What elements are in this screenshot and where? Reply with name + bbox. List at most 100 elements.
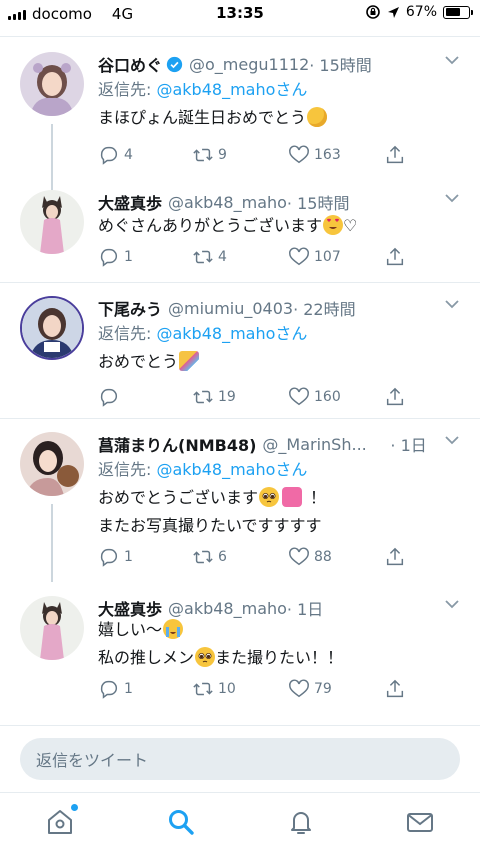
avatar[interactable]	[20, 432, 84, 496]
share-icon	[386, 547, 404, 566]
author-name[interactable]: 菖蒲まりん(NMB48)	[98, 432, 256, 456]
loudly-crying-face-emoji-icon	[163, 619, 184, 639]
tweet-header: 下尾みう @miumiu_0403 · 22時間	[98, 296, 440, 320]
reply-icon	[100, 248, 118, 267]
retweet-button[interactable]: 10	[192, 678, 236, 700]
thread-line	[51, 504, 53, 582]
tweet-text: おめでとう	[98, 348, 450, 376]
chevron-down-icon[interactable]	[444, 296, 460, 312]
reply-input[interactable]: 返信をツイート	[20, 738, 460, 780]
reply-button[interactable]: 1	[98, 246, 133, 268]
verified-badge-icon	[166, 56, 183, 72]
battery-level	[445, 8, 461, 16]
retweet-button[interactable]: 9	[192, 144, 227, 166]
tab-home[interactable]	[45, 804, 78, 837]
tweet-text: まほぴょん誕生日おめでとう	[98, 104, 450, 132]
avatar[interactable]	[20, 190, 84, 254]
tweet-actions: 1 10 79	[98, 678, 418, 702]
heart-icon	[289, 247, 309, 266]
status-bar: docomo 4G 13:35 67%	[0, 0, 480, 28]
share-icon	[386, 247, 404, 266]
author-handle: @akb48_maho	[168, 598, 287, 618]
pleading-face-emoji-icon	[195, 647, 216, 667]
reply-button[interactable]: 4	[98, 144, 133, 166]
home-icon	[48, 810, 72, 834]
tweet-text-body: おめでとう	[98, 352, 179, 371]
like-count: 163	[314, 147, 341, 163]
heart-icon	[289, 145, 309, 164]
tweet-text-suffix: ♡	[343, 216, 358, 235]
like-count: 107	[314, 249, 341, 265]
tab-notifications[interactable]	[286, 807, 316, 837]
reply-icon	[100, 548, 118, 567]
chevron-down-icon[interactable]	[444, 432, 460, 448]
avatar[interactable]	[20, 52, 84, 116]
author-name[interactable]: 大盛真歩	[98, 190, 162, 214]
share-icon	[386, 145, 404, 164]
reply-button[interactable]	[98, 386, 124, 408]
heart-icon	[289, 387, 309, 406]
divider	[0, 418, 480, 419]
chevron-down-icon[interactable]	[444, 52, 460, 68]
tweet-time: · 15時間	[286, 194, 350, 213]
tweet-actions: 1 4 107	[98, 246, 418, 270]
reply-mention-link[interactable]: @akb48_mahoさん	[156, 80, 307, 99]
tweet-card[interactable]: 大盛真歩 @akb48_maho · 15時間 めぐさんありがとうございます ♡ …	[0, 190, 480, 282]
retweet-count: 19	[218, 389, 236, 405]
author-name[interactable]: 谷口めぐ	[98, 52, 162, 76]
retweet-button[interactable]: 4	[192, 246, 227, 268]
reply-button[interactable]: 1	[98, 546, 133, 568]
partying-face-emoji-icon	[307, 107, 328, 127]
reply-mention-link[interactable]: @akb48_mahoさん	[156, 460, 307, 479]
share-icon	[386, 679, 404, 698]
tweet-text-line1: おめでとうございます	[98, 488, 259, 507]
tweet-text-line2a: 私の推しメン	[98, 648, 195, 667]
share-icon	[386, 387, 404, 406]
reply-mention-link[interactable]: @akb48_mahoさん	[156, 324, 307, 343]
chevron-down-icon[interactable]	[444, 190, 460, 206]
chevron-down-icon[interactable]	[444, 596, 460, 612]
status-right: 67%	[365, 4, 473, 20]
tweet-card[interactable]: 菖蒲まりん(NMB48) @_MarinSh... · 1日 返信先: @akb…	[0, 432, 480, 582]
tweet-card[interactable]: 下尾みう @miumiu_0403 · 22時間 返信先: @akb48_mah…	[0, 296, 480, 416]
like-button[interactable]: 107	[288, 246, 341, 268]
tweet-text-body: まほぴょん誕生日おめでとう	[98, 108, 307, 127]
tweet-card[interactable]: 大盛真歩 @akb48_maho · 1日 嬉しい〜 私の推しメン また撮りたい！…	[0, 596, 480, 716]
like-button[interactable]: 88	[288, 546, 332, 568]
tab-search[interactable]	[166, 807, 196, 837]
share-button[interactable]	[384, 144, 406, 166]
like-button[interactable]: 160	[288, 386, 341, 408]
like-button[interactable]: 79	[288, 678, 332, 700]
share-button[interactable]	[384, 546, 406, 568]
reply-icon	[100, 680, 118, 699]
tweet-text-body: めぐさんありがとうございます	[98, 216, 323, 235]
tab-bar	[0, 793, 480, 854]
tab-messages[interactable]	[405, 807, 435, 837]
author-name[interactable]: 下尾みう	[98, 296, 162, 320]
retweet-icon	[193, 550, 213, 564]
retweet-button[interactable]: 19	[192, 386, 236, 408]
avatar[interactable]	[20, 596, 84, 660]
reply-button[interactable]: 1	[98, 678, 133, 700]
retweet-count: 4	[218, 249, 227, 265]
tweet-text: めぐさんありがとうございます ♡	[98, 212, 450, 240]
avatar[interactable]	[20, 296, 84, 360]
share-button[interactable]	[384, 386, 406, 408]
header-divider	[0, 36, 480, 37]
share-button[interactable]	[384, 246, 406, 268]
reply-prefix: 返信先:	[98, 460, 157, 479]
retweet-icon	[193, 148, 213, 162]
like-button[interactable]: 163	[288, 144, 341, 166]
reply-input-placeholder: 返信をツイート	[36, 751, 149, 770]
tweet-header: 谷口めぐ @o_megu1112 · 15時間	[98, 52, 440, 76]
reply-to-line: 返信先: @akb48_mahoさん	[98, 456, 307, 480]
share-button[interactable]	[384, 678, 406, 700]
retweet-button[interactable]: 6	[192, 546, 227, 568]
tweet-header: 大盛真歩 @akb48_maho · 15時間	[98, 190, 440, 214]
tweet-actions: 4 9 163	[98, 144, 418, 168]
tweet-text: 嬉しい〜 私の推しメン また撮りたい！！	[98, 616, 450, 672]
heart-icon	[289, 679, 309, 698]
search-icon	[169, 810, 194, 835]
tweet-header: 菖蒲まりん(NMB48) @_MarinSh... · 1日	[98, 432, 440, 456]
author-handle: @miumiu_0403	[168, 298, 294, 318]
